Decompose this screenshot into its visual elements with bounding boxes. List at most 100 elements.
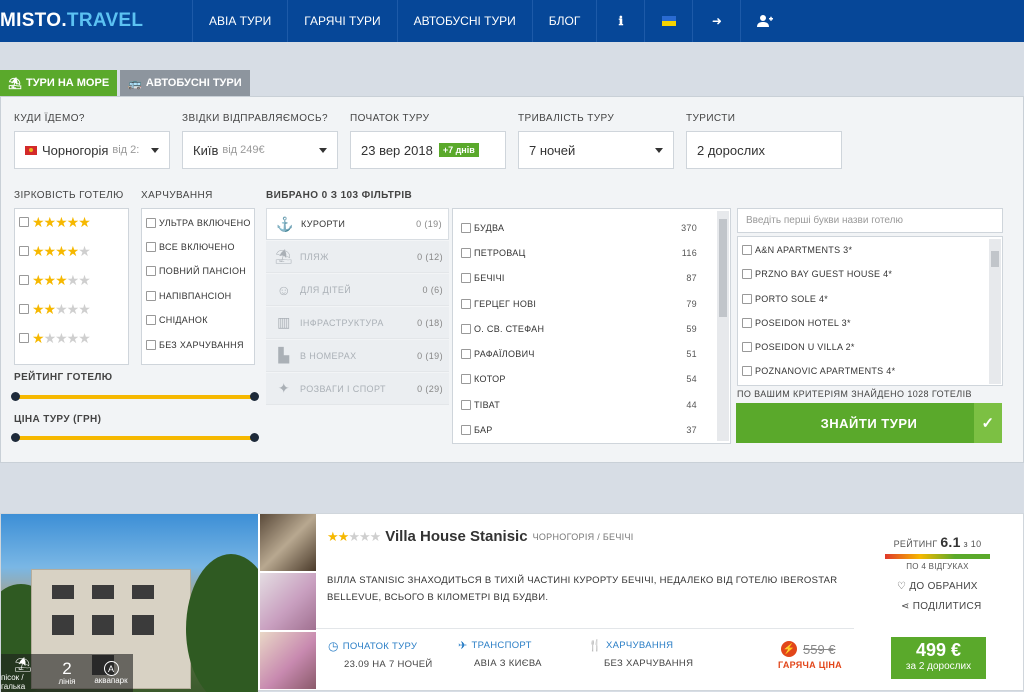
slider-min-handle[interactable] (11, 392, 20, 401)
category-rooms[interactable]: ▙ В НОМЕРАХ 0 (19) (266, 340, 449, 372)
star-filter-5[interactable]: ★★★★★ (19, 215, 91, 229)
list-item[interactable]: ПЕТРОВАЦ 116 (461, 248, 709, 258)
list-item[interactable]: О. СВ. СТЕФАН 59 (461, 324, 709, 334)
meal-option[interactable]: БЕЗ ХАРЧУВАННЯ (146, 340, 244, 350)
thumbnail[interactable] (260, 573, 316, 630)
meal-option[interactable]: УЛЬТРА ВКЛЮЧЕНО (146, 218, 251, 228)
category-resorts[interactable]: ⚓ КУРОРТИ 0 (19) (266, 208, 449, 240)
checkbox[interactable] (461, 349, 471, 359)
checkbox[interactable] (461, 223, 471, 233)
reviews-count[interactable]: ПО 4 ВІДГУКАХ (885, 562, 990, 571)
category-beach[interactable]: ⛱ ПЛЯЖ 0 (12) (266, 241, 449, 273)
slider-min-handle[interactable] (11, 433, 20, 442)
checkbox[interactable] (19, 333, 29, 343)
checkbox[interactable] (461, 248, 471, 258)
logo[interactable]: MISTO. TRAVEL (0, 0, 190, 42)
price-button[interactable]: 499 € за 2 дорослих (891, 637, 986, 679)
category-entertainment[interactable]: ✦ РОЗВАГИ І СПОРТ 0 (29) (266, 373, 449, 405)
hotel-rating: РЕЙТИНГ 6.1 з 10 ПО 4 ВІДГУКАХ (885, 534, 990, 571)
find-tours-button[interactable]: ЗНАЙТИ ТУРИ ✓ (736, 403, 1002, 443)
meal-option[interactable]: СНІДАНОК (146, 315, 208, 325)
checkbox[interactable] (461, 324, 471, 334)
checkbox[interactable] (146, 315, 156, 325)
nav-bus-tours[interactable]: АВТОБУСНІ ТУРИ (396, 0, 532, 42)
star-filter-3[interactable]: ★★★★★ (19, 273, 91, 287)
list-item[interactable]: POZNANOVIC APARTMENTS 4* (742, 366, 895, 376)
slider-max-handle[interactable] (250, 433, 259, 442)
list-item[interactable]: POSEIDON U VILLA 2* (742, 342, 855, 352)
destination-select[interactable]: Чорногорія від 2: (14, 131, 170, 169)
duration-select[interactable]: 7 ночей (518, 131, 674, 169)
tourists-value: 2 дорослих (697, 142, 765, 158)
checkbox[interactable] (461, 299, 471, 309)
add-to-favorites[interactable]: ♡ ДО ОБРАНИХ (897, 581, 978, 592)
add-user-icon[interactable] (740, 0, 788, 42)
list-item[interactable]: ТІВАТ 44 (461, 400, 709, 410)
tab-sea-tours[interactable]: ⛱ ТУРИ НА МОРЕ (0, 70, 118, 96)
thumbnail[interactable] (260, 632, 316, 689)
star-filter-1[interactable]: ★★★★★ (19, 331, 91, 345)
slider-max-handle[interactable] (250, 392, 259, 401)
thumbnail[interactable] (260, 514, 316, 571)
checkbox[interactable] (146, 340, 156, 350)
meal-option[interactable]: ВСЕ ВКЛЮЧЕНО (146, 242, 235, 252)
checkbox[interactable] (461, 400, 471, 410)
scrollbar-thumb[interactable] (991, 251, 999, 267)
checkbox[interactable] (742, 269, 752, 279)
scrollbar[interactable] (717, 211, 729, 441)
list-item[interactable]: БАР 37 (461, 425, 709, 435)
checkbox[interactable] (146, 266, 156, 276)
meal-option[interactable]: ПОВНИЙ ПАНСІОН (146, 266, 246, 276)
hotel-card[interactable]: ⛱ пісок / галька 2 лінія Aаквапарк ★★★★★ V… (0, 513, 1024, 692)
list-item[interactable]: PORTO SOLE 4* (742, 294, 828, 304)
star-filter-4[interactable]: ★★★★★ (19, 244, 91, 258)
hotel-photo[interactable]: ⛱ пісок / галька 2 лінія Aаквапарк (1, 514, 258, 692)
language-flag-icon[interactable] (644, 0, 692, 42)
scrollbar-thumb[interactable] (719, 219, 727, 317)
start-date-field[interactable]: 23 вер 2018 +7 днів (350, 131, 506, 169)
departure-city-select[interactable]: Київ від 249€ (182, 131, 338, 169)
info-icon[interactable]: ℹ (596, 0, 644, 42)
list-item[interactable]: БУДВА 370 (461, 223, 709, 233)
category-kids[interactable]: ☺ ДЛЯ ДІТЕЙ 0 (6) (266, 274, 449, 306)
price-slider[interactable] (11, 433, 259, 442)
checkbox[interactable] (461, 425, 471, 435)
list-item[interactable]: РАФАЇЛОВИЧ 51 (461, 349, 709, 359)
checkbox[interactable] (461, 374, 471, 384)
list-item[interactable]: БЕЧІЧІ 87 (461, 273, 709, 283)
checkbox[interactable] (19, 217, 29, 227)
checkbox[interactable] (461, 273, 471, 283)
checkbox[interactable] (146, 242, 156, 252)
login-glyph: ➜ (711, 14, 722, 28)
list-item[interactable]: A&N APARTMENTS 3* (742, 245, 852, 255)
checkbox[interactable] (742, 366, 752, 376)
tourists-field[interactable]: 2 дорослих (686, 131, 842, 169)
list-item[interactable]: POSEIDON HOTEL 3* (742, 318, 851, 328)
list-item[interactable]: ГЕРЦЕГ НОВІ 79 (461, 299, 709, 309)
star-filter-2[interactable]: ★★★★★ (19, 302, 91, 316)
nav-blog[interactable]: БЛОГ (531, 0, 597, 42)
checkbox[interactable] (19, 246, 29, 256)
list-item[interactable]: PRZNO BAY GUEST HOUSE 4* (742, 269, 892, 279)
checkbox[interactable] (742, 245, 752, 255)
list-item[interactable]: КОТОР 54 (461, 374, 709, 384)
nav-hot-tours[interactable]: ГАРЯЧІ ТУРИ (287, 0, 396, 42)
rating-slider[interactable] (11, 392, 259, 401)
checkbox[interactable] (742, 294, 752, 304)
hotel-search-input[interactable]: Введіть перші букви назви готелю (737, 208, 1003, 233)
checkbox[interactable] (146, 218, 156, 228)
tab-bus-tours[interactable]: 🚌 АВТОБУСНІ ТУРИ (120, 70, 250, 96)
hotel-name[interactable]: Villa House Stanisic (385, 528, 527, 545)
meal-option[interactable]: НАПІВПАНСІОН (146, 291, 231, 301)
scrollbar[interactable] (989, 239, 1001, 384)
resort-name: БЕЧІЧІ (474, 273, 505, 283)
share-button[interactable]: ⋖ ПОДІЛИТИСЯ (901, 601, 982, 612)
login-icon[interactable]: ➜ (692, 0, 740, 42)
checkbox[interactable] (146, 291, 156, 301)
category-infrastructure[interactable]: ▥ ІНФРАСТРУКТУРА 0 (18) (266, 307, 449, 339)
nav-avia-tours[interactable]: АВІА ТУРИ (192, 0, 287, 42)
checkbox[interactable] (19, 304, 29, 314)
checkbox[interactable] (742, 342, 752, 352)
checkbox[interactable] (742, 318, 752, 328)
checkbox[interactable] (19, 275, 29, 285)
